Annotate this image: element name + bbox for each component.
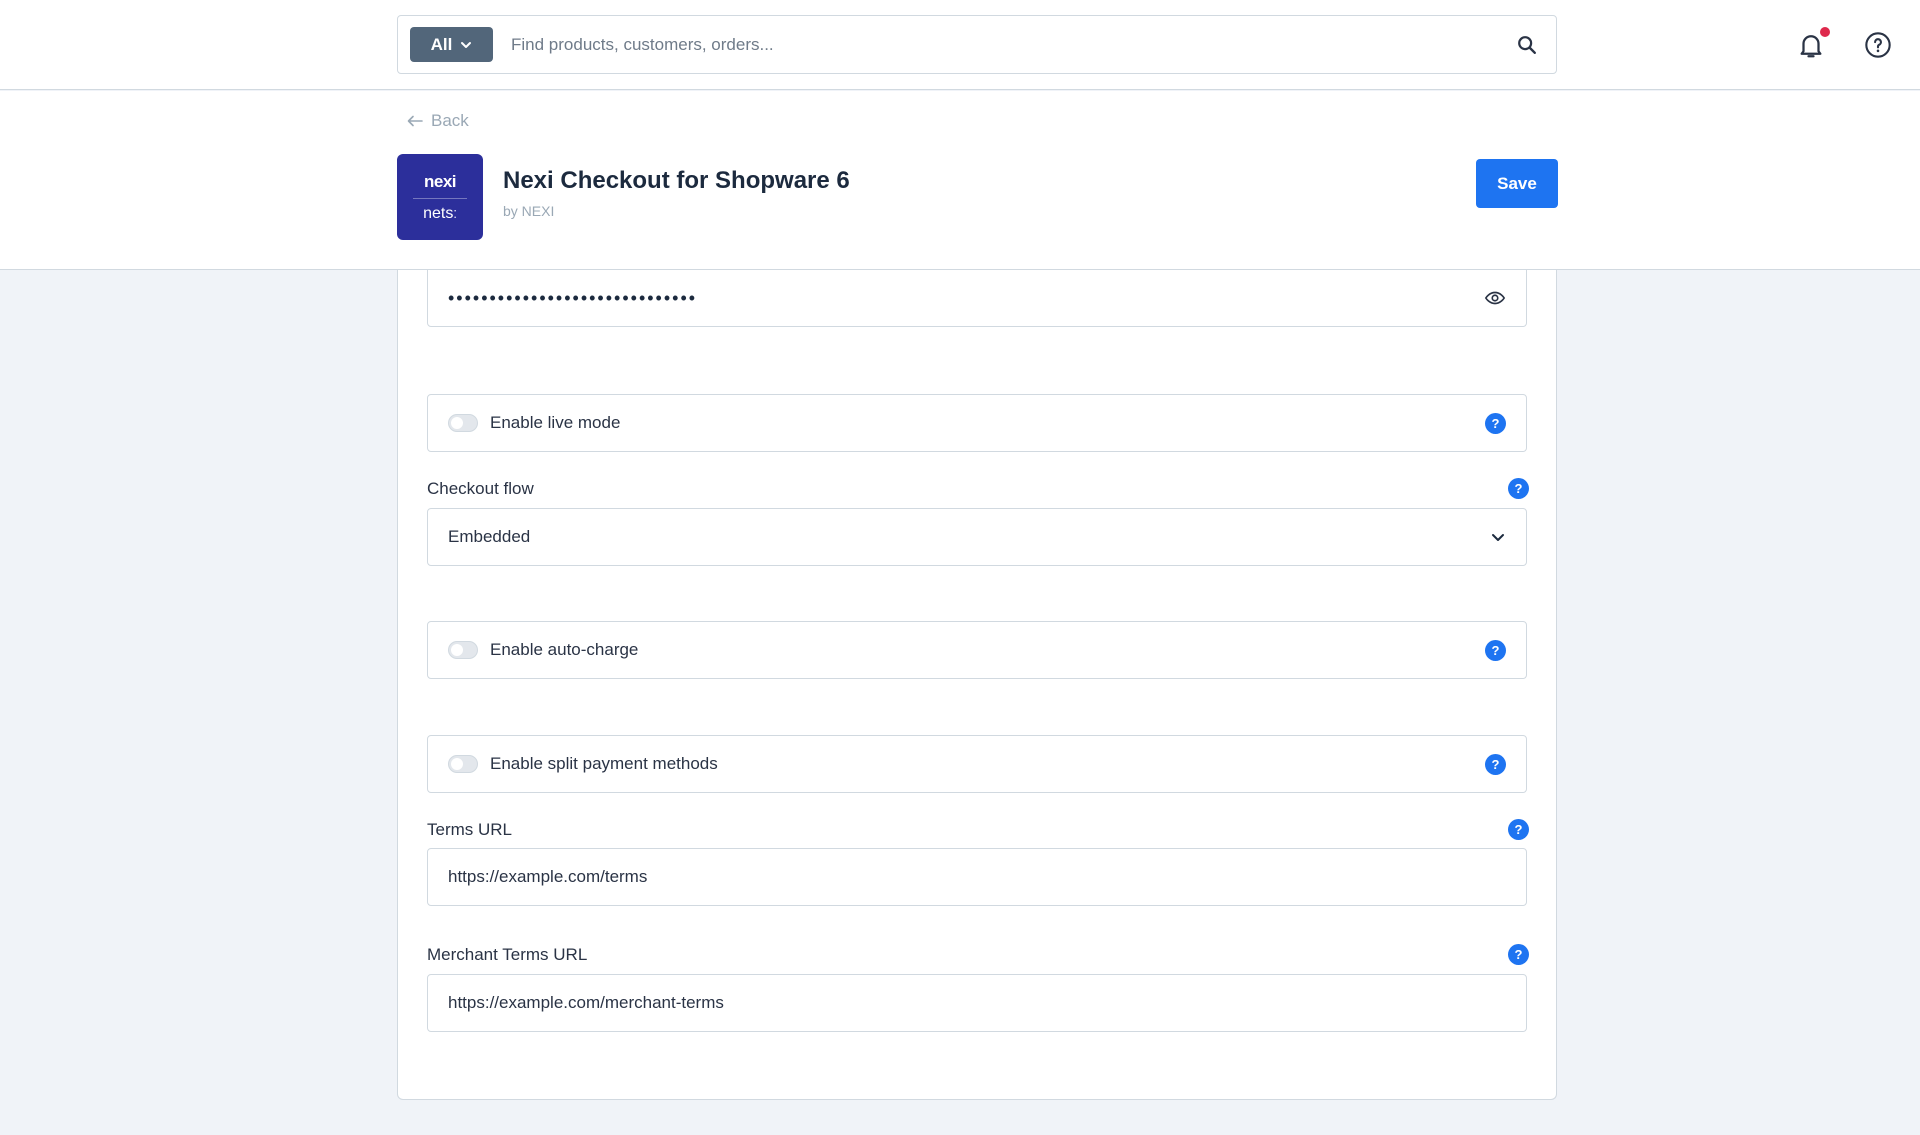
help-tooltip-icon[interactable]: ? bbox=[1485, 639, 1506, 661]
merchant-terms-url-field[interactable] bbox=[427, 974, 1527, 1032]
checkout-flow-value: Embedded bbox=[448, 527, 531, 546]
save-button[interactable]: Save bbox=[1476, 159, 1558, 208]
chevron-down-icon bbox=[1492, 534, 1504, 541]
page-title: Nexi Checkout for Shopware 6 bbox=[503, 167, 850, 194]
password-value: •••••••••••••••••••••••••••••• bbox=[448, 287, 698, 308]
help-icon[interactable] bbox=[1864, 31, 1892, 59]
logo-text-top: nexi bbox=[413, 172, 467, 199]
search-icon[interactable] bbox=[1516, 34, 1538, 56]
live-mode-switch-field: Enable live mode ? bbox=[427, 394, 1527, 452]
terms-url-field[interactable] bbox=[427, 848, 1527, 906]
notification-badge bbox=[1820, 27, 1830, 37]
chevron-down-icon bbox=[461, 41, 472, 48]
arrow-left-icon bbox=[407, 115, 423, 127]
help-tooltip-icon[interactable]: ? bbox=[1508, 478, 1529, 499]
search-type-dropdown[interactable]: All bbox=[410, 27, 493, 62]
search-type-label: All bbox=[430, 34, 453, 54]
split-payment-toggle[interactable] bbox=[448, 755, 478, 773]
page-header: Back nexi nets⁚ Nexi Checkout for Shopwa… bbox=[0, 91, 1920, 270]
live-mode-toggle[interactable] bbox=[448, 414, 478, 432]
settings-card: •••••••••••••••••••••••••••••• Enable li… bbox=[397, 269, 1557, 1100]
split-payment-switch-field: Enable split payment methods ? bbox=[427, 735, 1527, 793]
help-tooltip-icon[interactable]: ? bbox=[1508, 819, 1529, 840]
global-search: All bbox=[397, 15, 1557, 74]
secret-key-field[interactable]: •••••••••••••••••••••••••••••• bbox=[427, 269, 1527, 327]
split-payment-label: Enable split payment methods bbox=[490, 754, 718, 773]
help-tooltip-icon[interactable]: ? bbox=[1485, 753, 1506, 775]
checkout-flow-label: Checkout flow bbox=[427, 479, 534, 498]
eye-icon[interactable] bbox=[1484, 287, 1506, 309]
terms-url-input[interactable] bbox=[448, 867, 1488, 887]
app-logo: nexi nets⁚ bbox=[397, 154, 483, 240]
app-vendor: by NEXI bbox=[503, 203, 555, 219]
back-link[interactable]: Back bbox=[407, 111, 469, 131]
top-bar: All bbox=[0, 0, 1920, 90]
merchant-terms-url-label: Merchant Terms URL bbox=[427, 945, 588, 964]
terms-url-label: Terms URL bbox=[427, 820, 513, 839]
auto-charge-switch-field: Enable auto-charge ? bbox=[427, 621, 1527, 679]
auto-charge-label: Enable auto-charge bbox=[490, 640, 639, 659]
merchant-terms-url-input[interactable] bbox=[448, 993, 1488, 1013]
help-tooltip-icon[interactable]: ? bbox=[1508, 944, 1529, 965]
logo-text-bottom: nets⁚ bbox=[423, 204, 457, 222]
auto-charge-toggle[interactable] bbox=[448, 641, 478, 659]
checkout-flow-select[interactable]: Embedded bbox=[427, 508, 1527, 566]
back-label: Back bbox=[431, 111, 469, 130]
help-tooltip-icon[interactable]: ? bbox=[1485, 412, 1506, 434]
live-mode-label: Enable live mode bbox=[490, 413, 621, 432]
search-input[interactable] bbox=[511, 16, 1516, 73]
